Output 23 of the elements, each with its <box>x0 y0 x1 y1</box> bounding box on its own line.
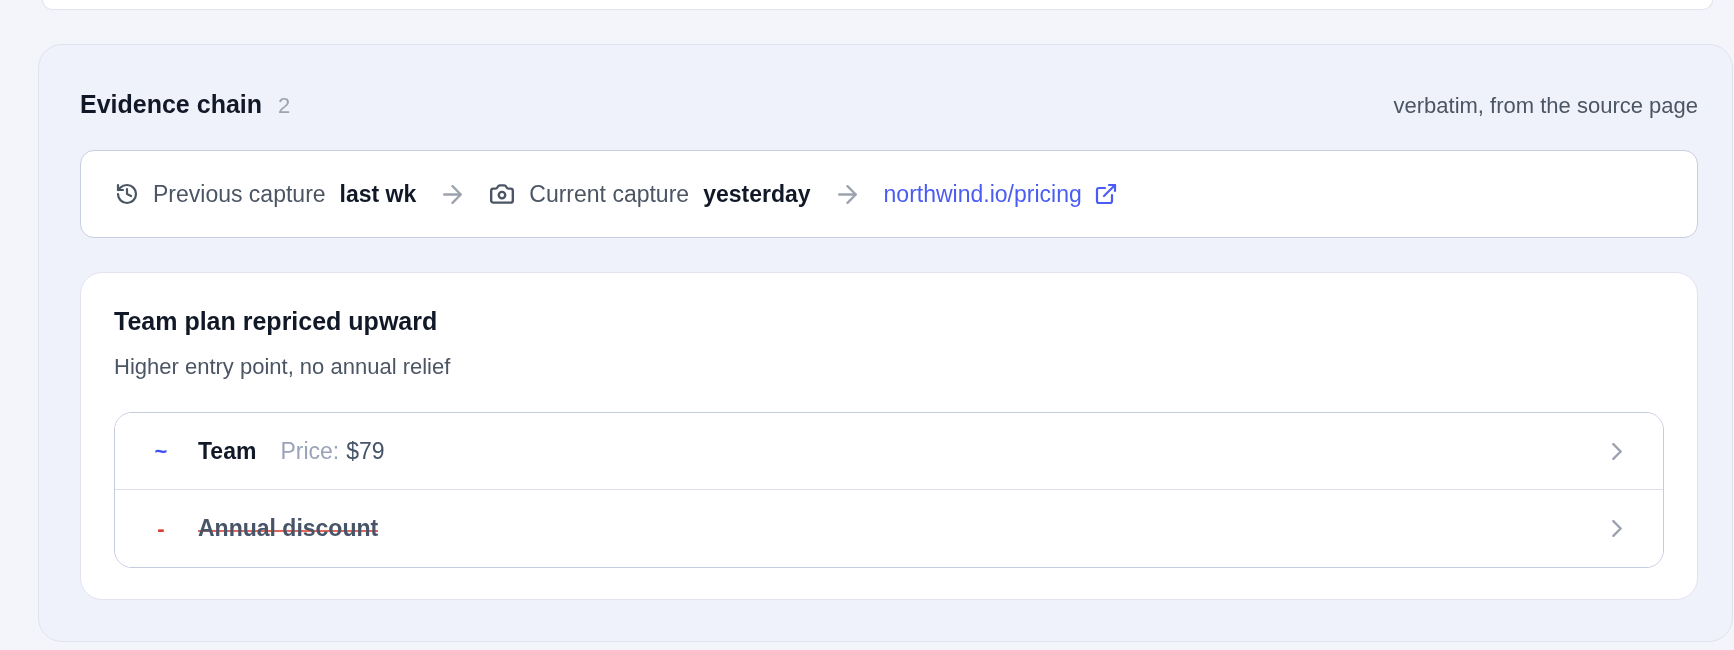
diff-marker: - <box>156 515 166 543</box>
arrow-right-icon <box>837 184 857 204</box>
chevron-right-icon <box>1612 442 1622 460</box>
external-link-icon <box>1093 182 1118 206</box>
change-row[interactable]: ~ Team Price: $79 <box>115 413 1663 490</box>
capture-label: Previous capture <box>153 179 326 209</box>
capture-time: last wk <box>339 179 417 209</box>
field-label: Price: <box>280 436 340 466</box>
camera-icon <box>489 181 516 207</box>
capture-time: yesterday <box>703 179 811 209</box>
chevron-right-icon <box>1612 520 1622 537</box>
arrow-right-icon <box>443 184 463 204</box>
source-link[interactable]: northwind.io/pricing <box>883 176 1118 212</box>
count-label: 2 <box>278 92 291 121</box>
diff-marker: ~ <box>153 437 169 466</box>
change-name: Team <box>198 436 257 466</box>
capture-label: Current capture <box>529 179 690 209</box>
history-icon <box>115 182 139 206</box>
note-text: verbatim, from the source page <box>1393 91 1698 120</box>
finding-subtitle: Higher entry point, no annual relief <box>114 353 452 381</box>
field-value: $79 <box>346 436 385 466</box>
section-title: Evidence chain <box>80 89 263 121</box>
finding-title: Team plan repriced upward <box>114 306 439 336</box>
